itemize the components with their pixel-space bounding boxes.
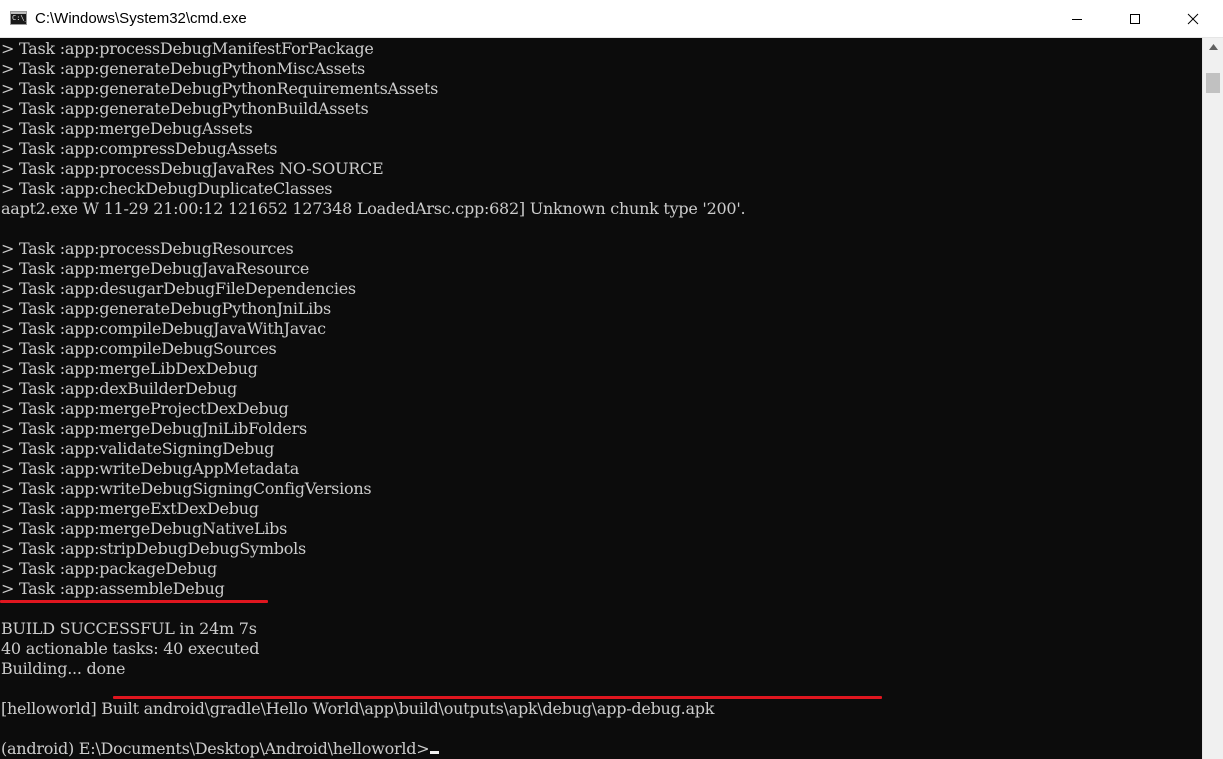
console-line: > Task :app:compileDebugJavaWithJavac xyxy=(1,319,326,338)
console-line: > Task :app:generateDebugPythonRequireme… xyxy=(1,79,439,98)
console-line: > Task :app:generateDebugPythonMiscAsset… xyxy=(1,59,365,78)
console-line: > Task :app:validateSigningDebug xyxy=(1,439,275,458)
console-line: > Task :app:checkDebugDuplicateClasses xyxy=(1,179,333,198)
console-line: > Task :app:dexBuilderDebug xyxy=(1,379,237,398)
minimize-button[interactable] xyxy=(1048,0,1106,38)
console-icon[interactable]: C:\_ xyxy=(10,11,27,25)
console-line: > Task :app:compressDebugAssets xyxy=(1,139,278,158)
console-output[interactable]: > Task :app:processDebugManifestForPacka… xyxy=(0,38,1202,759)
vertical-scrollbar[interactable] xyxy=(1202,38,1223,759)
title-bar[interactable]: C:\_ C:\Windows\System32\cmd.exe xyxy=(0,0,1223,38)
console-lines: > Task :app:processDebugManifestForPacka… xyxy=(1,39,746,759)
console-line: 40 actionable tasks: 40 executed xyxy=(1,639,260,658)
close-icon xyxy=(1187,13,1199,25)
maximize-button[interactable] xyxy=(1106,0,1164,38)
console-line: > Task :app:processDebugManifestForPacka… xyxy=(1,39,374,58)
console-line: > Task :app:mergeDebugJniLibFolders xyxy=(1,419,307,438)
console-line: > Task :app:mergeDebugJavaResource xyxy=(1,259,310,278)
build-status-line: BUILD SUCCESSFUL in 24m 7s xyxy=(1,619,257,638)
console-line: > Task :app:writeDebugAppMetadata xyxy=(1,459,300,478)
console-line: Building... done xyxy=(1,659,126,678)
scroll-up-button[interactable] xyxy=(1203,38,1223,55)
console-line: > Task :app:processDebugJavaRes NO-SOURC… xyxy=(1,159,384,178)
console-line: > Task :app:mergeLibDexDebug xyxy=(1,359,258,378)
scroll-thumb[interactable] xyxy=(1206,73,1220,93)
console-line: > Task :app:writeDebugSigningConfigVersi… xyxy=(1,479,372,498)
apk-path-underline xyxy=(113,696,882,699)
console-line: > Task :app:generateDebugPythonJniLibs xyxy=(1,299,331,318)
build-successful-underline xyxy=(0,600,268,603)
close-button[interactable] xyxy=(1164,0,1222,38)
console-line: > Task :app:processDebugResources xyxy=(1,239,294,258)
prompt-line[interactable]: (android) E:\Documents\Desktop\Android\h… xyxy=(1,739,745,759)
console-line: > Task :app:compileDebugSources xyxy=(1,339,277,358)
console-line: > Task :app:mergeProjectDexDebug xyxy=(1,399,289,418)
console-line: > Task :app:desugarDebugFileDependencies xyxy=(1,279,356,298)
apk-path-line: [helloworld] Built android\gradle\Hello … xyxy=(1,699,715,718)
console-line: > Task :app:assembleDebug xyxy=(1,579,225,598)
console-line: aapt2.exe W 11-29 21:00:12 121652 127348… xyxy=(1,199,746,218)
prompt-text: (android) E:\Documents\Desktop\Android\h… xyxy=(1,739,430,758)
minimize-icon xyxy=(1072,19,1082,20)
console-line: > Task :app:stripDebugDebugSymbols xyxy=(1,539,306,558)
console-line: > Task :app:generateDebugPythonBuildAsse… xyxy=(1,99,369,118)
window-title: C:\Windows\System32\cmd.exe xyxy=(35,10,247,27)
console-line: > Task :app:mergeDebugAssets xyxy=(1,119,253,138)
console-line: > Task :app:mergeDebugNativeLibs xyxy=(1,519,288,538)
text-cursor xyxy=(430,751,440,754)
console-line: > Task :app:packageDebug xyxy=(1,559,218,578)
maximize-icon xyxy=(1130,14,1140,24)
console-line: > Task :app:mergeExtDexDebug xyxy=(1,499,259,518)
arrow-up-icon xyxy=(1208,43,1218,50)
cmd-window: C:\_ C:\Windows\System32\cmd.exe > Task … xyxy=(0,0,1223,759)
